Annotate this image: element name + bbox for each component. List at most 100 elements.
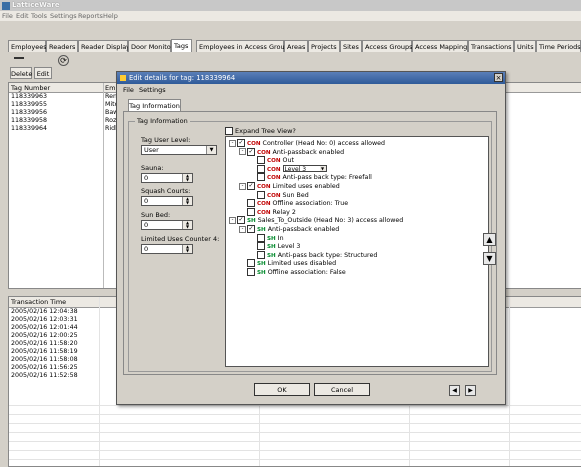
tag-number-cell: 118339964 [11,125,48,132]
menu-edit[interactable]: Edit [16,12,29,20]
dialog-title-bar[interactable]: Edit details for tag: 118339964 × [117,72,505,84]
down-arrow-icon[interactable]: ▼ [483,252,496,265]
tab-projects[interactable]: Projects [308,40,340,52]
spin-down-icon[interactable]: ▼ [182,178,192,182]
spin-down-icon[interactable]: ▼ [182,201,192,205]
row-divider [9,414,581,415]
tree-node-tag: SH [257,261,266,268]
edit-button[interactable]: Edit [34,67,52,79]
tree-node-label: In [277,234,284,242]
tree-expander-icon[interactable]: - [239,182,246,190]
menu-file[interactable]: File [2,12,13,20]
delete-button[interactable]: Delete [10,67,32,79]
tag-number-cell: 118339963 [11,93,48,100]
squash-courts-stepper[interactable]: 0 ▲ ▼ [141,196,193,206]
tree-node-tag: CON [247,141,261,147]
transaction-row[interactable]: 2005/02/16 12:01:44 [11,324,78,331]
sauna-stepper[interactable]: 0 ▲ ▼ [141,173,193,183]
tree-node-label: Relay 2 [272,208,296,216]
tree-node-checkbox[interactable] [257,190,265,199]
menu-settings[interactable]: Settings [50,12,77,20]
tree-node-checkbox[interactable] [247,207,255,216]
tab-time-periods[interactable]: Time Periods [536,40,581,52]
transaction-row[interactable]: 2005/02/16 11:56:25 [11,364,78,371]
transaction-row[interactable]: 2005/02/16 12:00:25 [11,332,78,339]
tree-expander-icon[interactable]: - [229,216,236,224]
tree-node-checkbox[interactable] [247,259,255,268]
tree-node-checkbox[interactable]: ✓ [237,139,245,147]
table-row[interactable]: 118339958 Rozo [11,117,120,124]
table-row[interactable]: 118339956 Baw, [11,109,120,116]
tree-expander-icon[interactable]: - [229,139,236,147]
column-header-tag-number[interactable]: Tag Number [11,84,50,92]
tree-node-label: Level 3 [277,243,301,251]
tree-node-checkbox[interactable] [257,173,265,182]
dialog-menu-file[interactable]: File [123,86,134,94]
tree-node-checkbox[interactable]: ✓ [247,182,255,190]
tab-door-monitor[interactable]: Door Monitor [128,40,173,52]
tab-readers[interactable]: Readers [46,40,78,52]
tree-node-select[interactable]: Level 3 ▼ [282,165,327,173]
tab-employees[interactable]: Employees [8,40,47,52]
ok-button[interactable]: OK [254,383,310,396]
tab-employees-in-access-groups[interactable]: Employees in Access Groups [196,40,292,52]
tree-node-checkbox[interactable] [257,233,265,242]
tab-tag-information[interactable]: Tag Information [128,99,181,111]
tree-expander-icon[interactable]: - [239,225,246,233]
tab-areas[interactable]: Areas [284,40,308,52]
user-level-select[interactable]: User ▼ [141,145,217,155]
tree-node-checkbox[interactable]: ✓ [237,216,245,225]
tag-information-panel: Tag Information Tag User Level: User ▼ S… [123,111,497,375]
spin-down-icon[interactable]: ▼ [182,249,192,253]
table-row[interactable]: 118339964 Ridle [11,125,121,132]
tree-node-tag: CON [267,192,281,199]
spin-down-icon[interactable]: ▼ [182,225,192,229]
transaction-row[interactable]: 2005/02/16 11:58:20 [11,340,78,347]
transaction-row[interactable]: 2005/02/16 12:04:38 [11,308,78,315]
tab-sites[interactable]: Sites [340,40,362,52]
transaction-row[interactable]: 2005/02/16 11:58:19 [11,348,78,355]
sun-bed-stepper[interactable]: 0 ▲ ▼ [141,220,193,230]
transaction-row[interactable]: 2005/02/16 12:03:31 [11,316,78,323]
tab-access-mapping[interactable]: Access Mapping [412,40,468,52]
menu-help[interactable]: Help [103,12,118,20]
tab-transactions[interactable]: Transactions [468,40,514,52]
dialog-menu-settings[interactable]: Settings [139,86,166,94]
prev-icon[interactable]: ◀ [449,385,460,396]
expand-tree-checkbox[interactable] [225,127,233,135]
tree-node-checkbox[interactable]: ✓ [247,225,255,233]
tab-units[interactable]: Units [514,40,536,52]
chevron-down-icon[interactable]: ▼ [319,166,326,172]
expand-tree-row[interactable]: Expand Tree View? [225,127,296,135]
close-icon[interactable]: × [494,73,503,82]
transaction-row[interactable]: 2005/02/16 11:52:58 [11,372,78,379]
tree-node-checkbox[interactable] [247,268,255,276]
chevron-down-icon[interactable]: ▼ [206,146,216,154]
tree-node-checkbox[interactable] [247,199,255,208]
refresh-icon[interactable]: ⟳ [58,55,69,66]
limited-uses-counter-value: 0 [144,245,149,253]
tree-node-checkbox[interactable] [257,156,265,165]
tree-node-label: Limited uses enabled [272,183,340,190]
column-header-transaction-time[interactable]: Transaction Time [11,298,66,306]
table-row[interactable]: 118339963 Rens [11,93,120,100]
tree-node[interactable]: SH Offline association: False [239,268,346,277]
tree-node-checkbox[interactable] [257,250,265,259]
tree-expander-icon[interactable]: - [239,148,246,156]
next-icon[interactable]: ▶ [465,385,476,396]
transaction-row[interactable]: 2005/02/16 11:58:08 [11,356,78,363]
cancel-button[interactable]: Cancel [314,383,370,396]
tree-node-checkbox[interactable] [257,242,265,251]
menu-tools[interactable]: Tools [31,12,47,20]
tree-node-checkbox[interactable]: ✓ [247,147,255,156]
limited-uses-counter-stepper[interactable]: 0 ▲ ▼ [141,244,193,254]
table-row[interactable]: 118339955 Mitch [11,101,122,108]
tag-grid: Tag Number Emp 118339963 Rens 118339955 Mi… [8,82,122,289]
up-arrow-icon[interactable]: ▲ [483,233,496,246]
tab-access-groups[interactable]: Access Groups [362,40,413,52]
tree-node-checkbox[interactable] [257,164,265,173]
tab-reader-display[interactable]: Reader Display [78,40,130,52]
tab-tags[interactable]: Tags [171,39,192,52]
tree-node-tag: CON [257,149,271,156]
menu-reports[interactable]: Reports [78,12,103,20]
